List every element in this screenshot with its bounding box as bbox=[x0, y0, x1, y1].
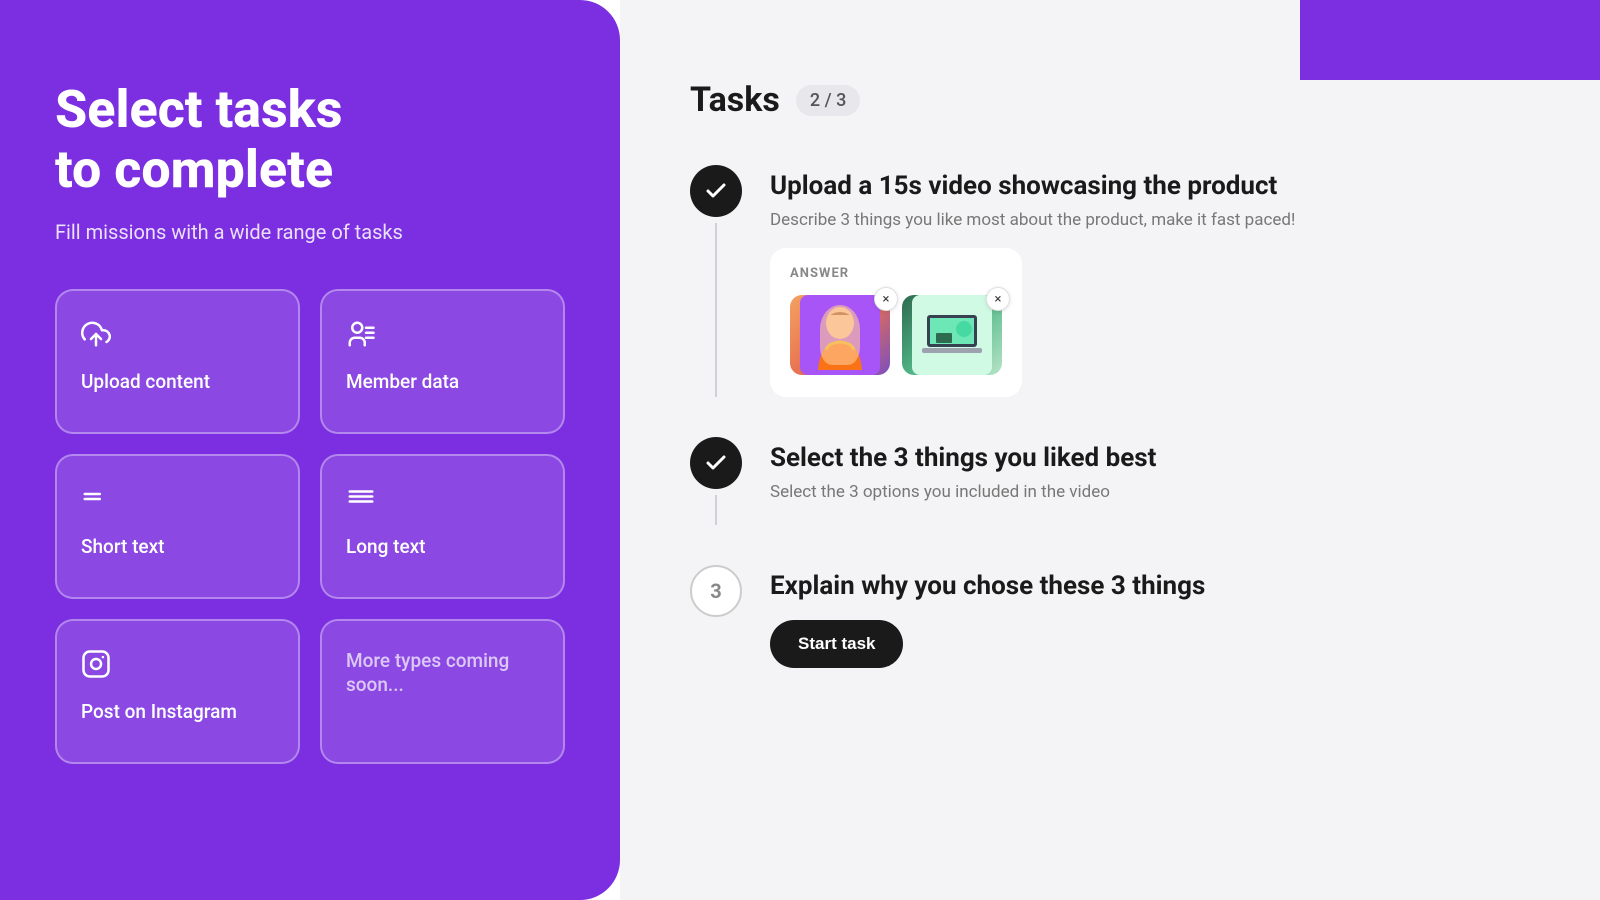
task-3-title: Explain why you chose these 3 things bbox=[770, 571, 1530, 602]
instagram-icon bbox=[81, 649, 274, 684]
answer-image-2 bbox=[902, 295, 1002, 375]
tasks-header: Tasks 2 / 3 bbox=[690, 80, 1530, 120]
task-card-more-types: More types coming soon... bbox=[320, 619, 565, 764]
answer-images: × bbox=[790, 295, 1002, 375]
task-2-desc: Select the 3 options you included in the… bbox=[770, 482, 1530, 502]
member-data-label: Member data bbox=[346, 370, 539, 395]
timeline-item-2: Select the 3 things you liked best Selec… bbox=[690, 437, 1530, 525]
timeline-line-2 bbox=[715, 495, 717, 525]
task-grid: Upload content Member data Short text Lo… bbox=[55, 289, 565, 764]
task-2-circle bbox=[690, 437, 742, 489]
upload-content-label: Upload content bbox=[81, 370, 274, 395]
short-text-icon bbox=[81, 484, 274, 519]
start-task-button[interactable]: Start task bbox=[770, 620, 903, 668]
timeline: Upload a 15s video showcasing the produc… bbox=[690, 165, 1530, 708]
task-1-desc: Describe 3 things you like most about th… bbox=[770, 210, 1530, 230]
upload-icon bbox=[81, 319, 274, 354]
answer-image-1-close[interactable]: × bbox=[874, 287, 898, 311]
checkmark-1-icon bbox=[704, 179, 728, 203]
page-subtitle: Fill missions with a wide range of tasks bbox=[55, 220, 565, 244]
task-3-number: 3 bbox=[710, 579, 721, 603]
timeline-item-3: 3 Explain why you chose these 3 things S… bbox=[690, 565, 1530, 668]
timeline-line-1 bbox=[715, 223, 717, 397]
more-types-label: More types coming soon... bbox=[346, 649, 539, 698]
task-1-circle bbox=[690, 165, 742, 217]
task-card-short-text[interactable]: Short text bbox=[55, 454, 300, 599]
long-text-label: Long text bbox=[346, 535, 539, 560]
checkmark-2-icon bbox=[704, 451, 728, 475]
timeline-left-1 bbox=[690, 165, 742, 397]
long-text-icon bbox=[346, 484, 539, 519]
member-data-icon bbox=[346, 319, 539, 354]
task-2-title: Select the 3 things you liked best bbox=[770, 443, 1530, 474]
answer-image-1-wrap: × bbox=[790, 295, 890, 375]
answer-image-2-wrap: × bbox=[902, 295, 1002, 375]
task-2-content: Select the 3 things you liked best Selec… bbox=[770, 437, 1530, 525]
answer-label: ANSWER bbox=[790, 266, 1002, 281]
task-3-content: Explain why you chose these 3 things Sta… bbox=[770, 565, 1530, 668]
tasks-title: Tasks bbox=[690, 80, 780, 120]
tasks-badge: 2 / 3 bbox=[796, 85, 860, 116]
page-title: Select tasks to complete bbox=[55, 80, 565, 200]
timeline-left-3: 3 bbox=[690, 565, 742, 668]
task-card-member-data[interactable]: Member data bbox=[320, 289, 565, 434]
timeline-left-2 bbox=[690, 437, 742, 525]
task-card-instagram[interactable]: Post on Instagram bbox=[55, 619, 300, 764]
answer-image-1 bbox=[790, 295, 890, 375]
answer-image-2-close[interactable]: × bbox=[986, 287, 1010, 311]
timeline-item-1: Upload a 15s video showcasing the produc… bbox=[690, 165, 1530, 397]
laptop-image-svg bbox=[912, 295, 992, 375]
task-card-long-text[interactable]: Long text bbox=[320, 454, 565, 599]
task-3-circle: 3 bbox=[690, 565, 742, 617]
task-1-title: Upload a 15s video showcasing the produc… bbox=[770, 171, 1530, 202]
short-text-label: Short text bbox=[81, 535, 274, 560]
answer-box: ANSWER bbox=[770, 248, 1022, 397]
left-panel: Select tasks to complete Fill missions w… bbox=[0, 0, 620, 900]
person-image-svg bbox=[800, 295, 880, 375]
task-1-content: Upload a 15s video showcasing the produc… bbox=[770, 165, 1530, 397]
task-card-upload-content[interactable]: Upload content bbox=[55, 289, 300, 434]
right-panel: Tasks 2 / 3 Upload a 15s video showcasin… bbox=[620, 0, 1600, 900]
instagram-label: Post on Instagram bbox=[81, 700, 274, 725]
